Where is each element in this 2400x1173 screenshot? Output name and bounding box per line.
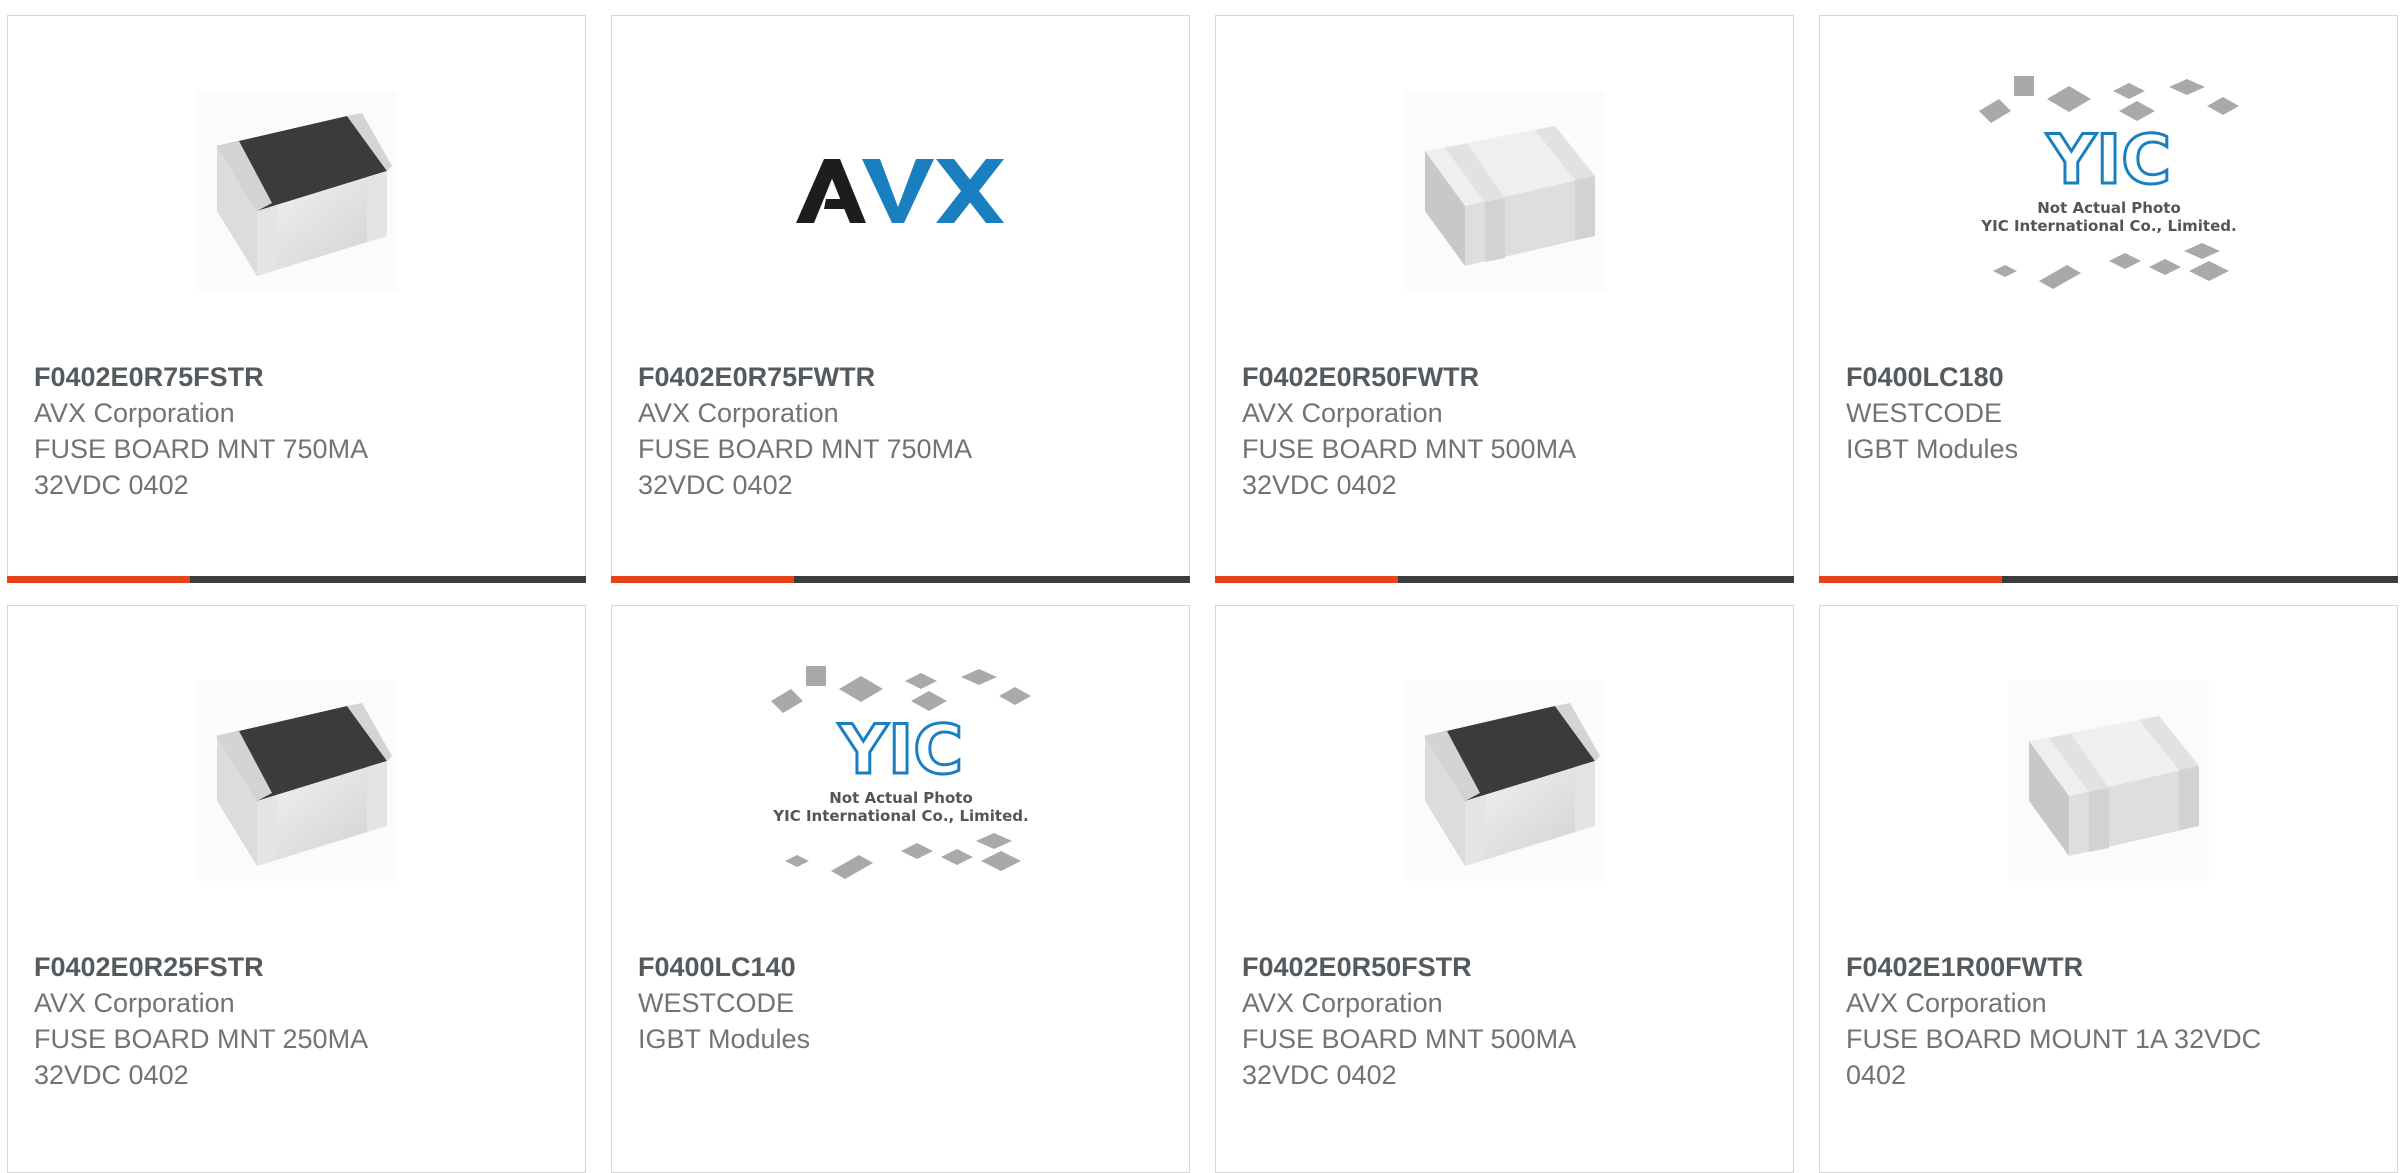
product-image[interactable] xyxy=(8,71,585,311)
product-description: FUSE BOARD MNT 250MA 32VDC 0402 xyxy=(34,1024,367,1090)
card-accent-bar xyxy=(1215,576,1398,583)
card-bottom-bar xyxy=(1819,576,2398,583)
card-accent-bar xyxy=(611,576,794,583)
yic-notice-line1: Not Actual Photo xyxy=(2037,199,2181,217)
product-image[interactable] xyxy=(1820,661,2397,901)
product-description: IGBT Modules xyxy=(638,1024,811,1054)
manufacturer-name: AVX Corporation xyxy=(1242,398,1443,428)
product-image[interactable] xyxy=(8,661,585,901)
yic-notice-line2: YIC International Co., Limited. xyxy=(1980,217,2236,235)
fuse-chip-image xyxy=(196,681,397,881)
part-number[interactable]: F0402E0R75FSTR xyxy=(34,359,565,395)
part-number[interactable]: F0402E0R25FSTR xyxy=(34,949,565,985)
product-description: IGBT Modules xyxy=(1846,434,2019,464)
avx-logo-image xyxy=(795,159,1004,223)
product-image[interactable] xyxy=(1216,71,1793,311)
product-card[interactable]: YIC Not Actual Photo YIC International C… xyxy=(611,605,1190,1173)
yic-notice-line1: Not Actual Photo xyxy=(829,789,973,807)
product-card[interactable]: F0402E0R25FSTR AVX Corporation FUSE BOAR… xyxy=(7,605,586,1173)
manufacturer-name: AVX Corporation xyxy=(34,988,235,1018)
product-description: FUSE BOARD MNT 750MA 32VDC 0402 xyxy=(34,434,367,500)
product-description: FUSE BOARD MNT 500MA 32VDC 0402 xyxy=(1242,434,1575,500)
yic-logo: YIC xyxy=(837,711,962,790)
card-bottom-bar xyxy=(7,576,586,583)
manufacturer-name: AVX Corporation xyxy=(1242,988,1443,1018)
product-card[interactable]: F0402E0R50FSTR AVX Corporation FUSE BOAR… xyxy=(1215,605,1794,1173)
part-number[interactable]: F0402E0R50FSTR xyxy=(1242,949,1773,985)
yic-placeholder-image: YIC Not Actual Photo YIC International C… xyxy=(1978,76,2239,289)
yic-notice-line2: YIC International Co., Limited. xyxy=(772,807,1028,825)
product-image[interactable] xyxy=(612,71,1189,311)
fuse-chip-image xyxy=(2008,681,2209,881)
part-number[interactable]: F0402E0R75FWTR xyxy=(638,359,1169,395)
fuse-chip-image xyxy=(196,91,397,291)
card-accent-bar xyxy=(1819,576,2002,583)
card-bottom-bar xyxy=(1215,576,1794,583)
part-number[interactable]: F0400LC180 xyxy=(1846,359,2377,395)
card-bottom-bar xyxy=(611,576,1190,583)
manufacturer-name: AVX Corporation xyxy=(638,398,839,428)
product-card[interactable]: F0402E1R00FWTR AVX Corporation FUSE BOAR… xyxy=(1819,605,2398,1173)
part-number[interactable]: F0400LC140 xyxy=(638,949,1169,985)
manufacturer-name: AVX Corporation xyxy=(1846,988,2047,1018)
yic-logo: YIC xyxy=(2045,121,2170,200)
manufacturer-name: AVX Corporation xyxy=(34,398,235,428)
product-card[interactable]: F0402E0R50FWTR AVX Corporation FUSE BOAR… xyxy=(1215,15,1794,583)
product-image[interactable]: YIC Not Actual Photo YIC International C… xyxy=(1820,71,2397,311)
manufacturer-name: WESTCODE xyxy=(638,988,795,1018)
card-accent-bar xyxy=(7,576,190,583)
product-card[interactable]: YIC Not Actual Photo YIC International C… xyxy=(1819,15,2398,583)
manufacturer-name: WESTCODE xyxy=(1846,398,2003,428)
yic-placeholder-image: YIC Not Actual Photo YIC International C… xyxy=(770,666,1031,879)
product-image[interactable] xyxy=(1216,661,1793,901)
part-number[interactable]: F0402E0R50FWTR xyxy=(1242,359,1773,395)
fuse-chip-image xyxy=(1404,91,1605,291)
product-image[interactable]: YIC Not Actual Photo YIC International C… xyxy=(612,661,1189,901)
product-card[interactable]: F0402E0R75FSTR AVX Corporation FUSE BOAR… xyxy=(7,15,586,583)
product-card[interactable]: F0402E0R75FWTR AVX Corporation FUSE BOAR… xyxy=(611,15,1190,583)
fuse-chip-image xyxy=(1404,681,1605,881)
product-description: FUSE BOARD MOUNT 1A 32VDC 0402 xyxy=(1846,1024,2262,1090)
product-description: FUSE BOARD MNT 750MA 32VDC 0402 xyxy=(638,434,971,500)
product-description: FUSE BOARD MNT 500MA 32VDC 0402 xyxy=(1242,1024,1575,1090)
part-number[interactable]: F0402E1R00FWTR xyxy=(1846,949,2377,985)
product-grid: F0402E0R75FSTR AVX Corporation FUSE BOAR… xyxy=(7,15,2400,1173)
